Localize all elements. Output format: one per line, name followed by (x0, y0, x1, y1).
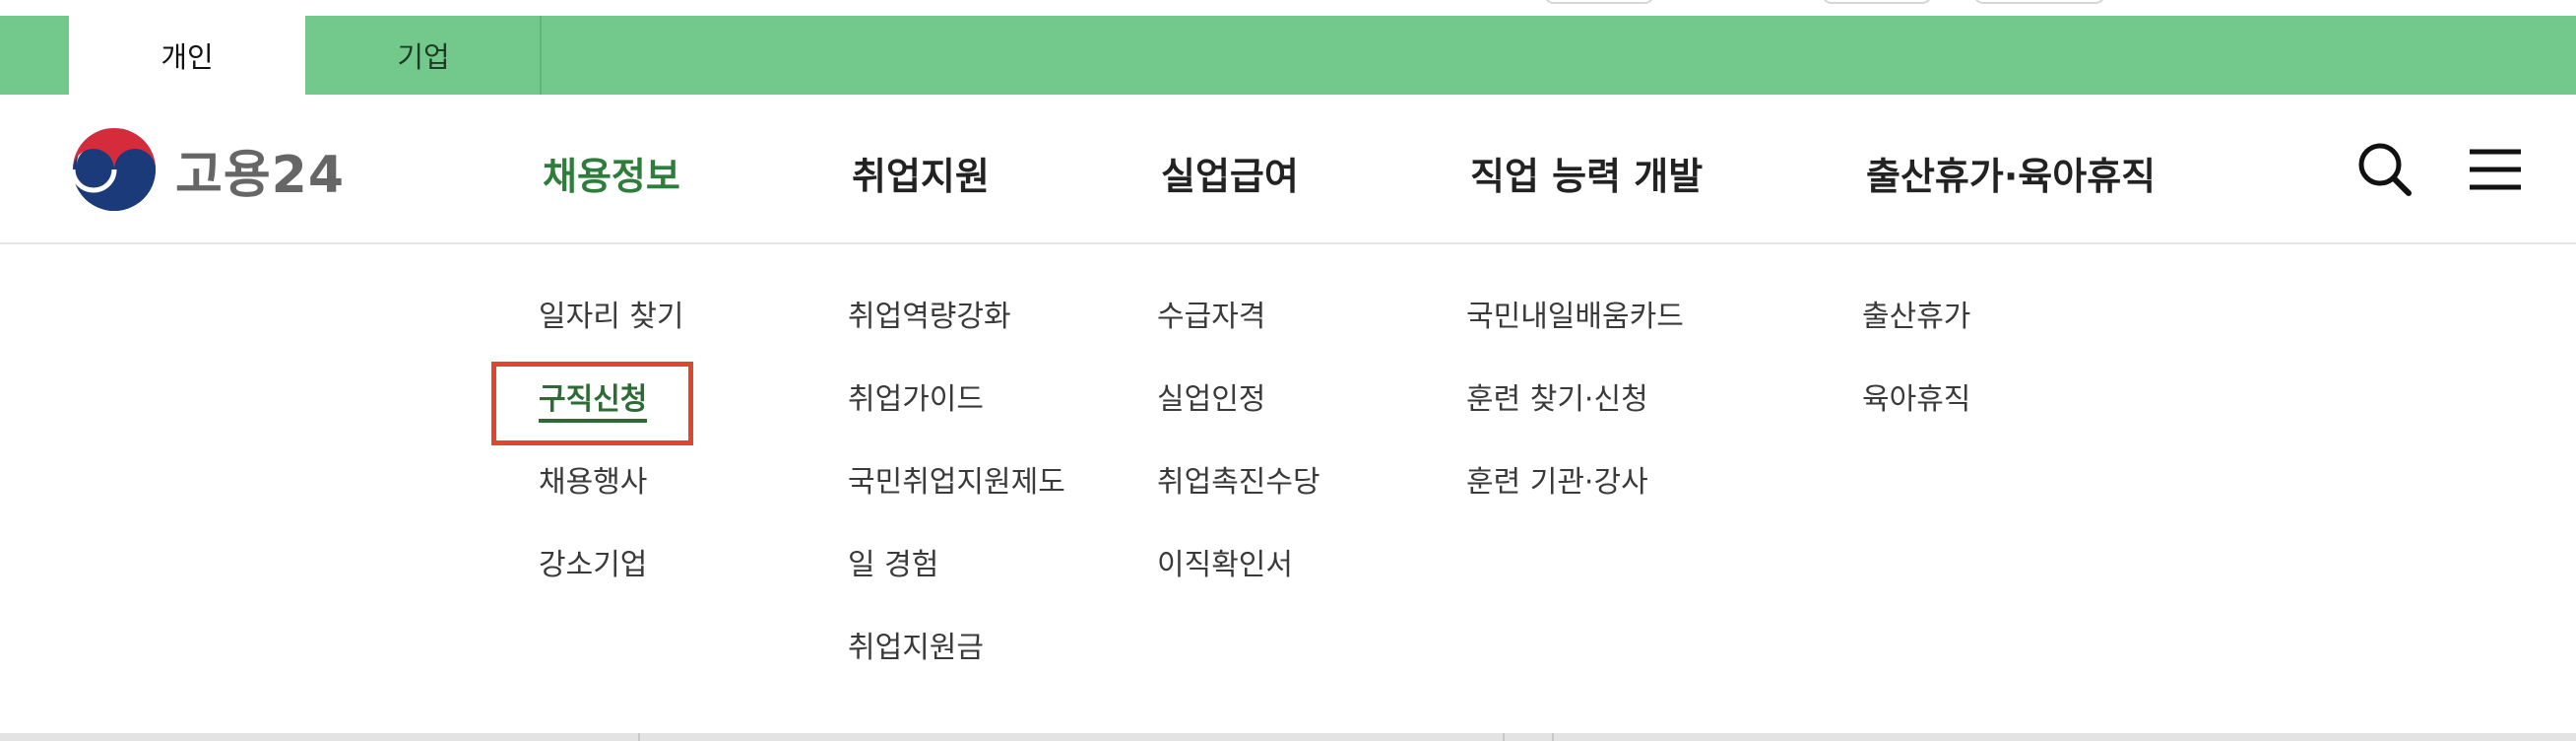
menu-item-training-institutions[interactable]: 훈련 기관·강사 (1466, 457, 1684, 540)
bottom-bar-divider (638, 733, 640, 741)
menu-item-hiring-events[interactable]: 채용행사 (539, 457, 684, 540)
gnb-item-jobs-info[interactable]: 채용정보 (543, 146, 680, 200)
gnb-item-employment-support[interactable]: 취업지원 (852, 146, 990, 200)
bottom-bar-divider (1552, 733, 1554, 741)
site-logo[interactable]: 고용24 (71, 126, 345, 213)
gnb-item-unemployment-benefit[interactable]: 실업급여 (1161, 146, 1299, 200)
mega-menu-column-employment-support: 취업역량강화 취업가이드 국민취업지원제도 일 경험 취업지원금 (848, 292, 1065, 706)
government-taegeuk-logo-icon (71, 128, 156, 211)
site-header: 고용24 채용정보 취업지원 실업급여 직업 능력 개발 출산휴가·육아휴직 (0, 95, 2576, 244)
top-util-pill (1973, 0, 2105, 4)
mega-menu-panel: 일자리 찾기 구직신청 채용행사 강소기업 취업역량강화 취업가이드 국민취업지… (0, 246, 2576, 734)
gnb-item-vocational-training[interactable]: 직업 능력 개발 (1470, 146, 1703, 200)
tab-business[interactable]: 기업 (305, 16, 542, 95)
menu-item-employment-guide[interactable]: 취업가이드 (848, 374, 1065, 457)
mega-menu-column-vocational-training: 국민내일배움카드 훈련 찾기·신청 훈련 기관·강사 (1466, 292, 1684, 540)
menu-item-eligibility[interactable]: 수급자격 (1157, 292, 1320, 374)
tab-personal[interactable]: 개인 (69, 16, 305, 95)
menu-item-job-seeker-registration[interactable]: 구직신청 (539, 374, 684, 457)
mega-menu-column-unemployment-benefit: 수급자격 실업인정 취업촉진수당 이직확인서 (1157, 292, 1320, 623)
menu-item-strong-small-companies[interactable]: 강소기업 (539, 540, 684, 623)
menu-item-national-employment-support[interactable]: 국민취업지원제도 (848, 457, 1065, 540)
search-icon[interactable] (2353, 138, 2416, 201)
bottom-bar-divider (1503, 733, 1505, 741)
menu-item-tomorrow-learning-card[interactable]: 국민내일배움카드 (1466, 292, 1684, 374)
menu-item-employment-subsidy[interactable]: 취업지원금 (848, 623, 1065, 706)
menu-item-work-experience[interactable]: 일 경험 (848, 540, 1065, 623)
menu-item-training-search-apply[interactable]: 훈련 찾기·신청 (1466, 374, 1684, 457)
hamburger-menu-icon[interactable] (2464, 138, 2527, 201)
browser-top-strip (0, 0, 2576, 16)
menu-item-label: 구직신청 (539, 382, 648, 423)
menu-item-unemployment-recognition[interactable]: 실업인정 (1157, 374, 1320, 457)
menu-item-reemployment-allowance[interactable]: 취업촉진수당 (1157, 457, 1320, 540)
mega-menu-column-maternity-leave: 출산휴가 육아휴직 (1862, 292, 1970, 457)
gnb-item-maternity-leave[interactable]: 출산휴가·육아휴직 (1866, 146, 2156, 200)
site-logo-text: 고용24 (175, 145, 346, 205)
menu-item-employability-boost[interactable]: 취업역량강화 (848, 292, 1065, 374)
tab-divider (540, 16, 542, 95)
audience-tab-bar: 개인 기업 (0, 16, 2576, 95)
page-bottom-bar (0, 733, 2576, 741)
menu-item-job-search[interactable]: 일자리 찾기 (539, 292, 684, 374)
menu-item-maternity-leave[interactable]: 출산휴가 (1862, 292, 1970, 374)
menu-item-parental-leave[interactable]: 육아휴직 (1862, 374, 1970, 457)
top-util-pill (1544, 0, 1654, 4)
menu-item-separation-certificate[interactable]: 이직확인서 (1157, 540, 1320, 623)
top-util-pill (1822, 0, 1932, 4)
mega-menu-column-jobs-info: 일자리 찾기 구직신청 채용행사 강소기업 (539, 292, 684, 623)
